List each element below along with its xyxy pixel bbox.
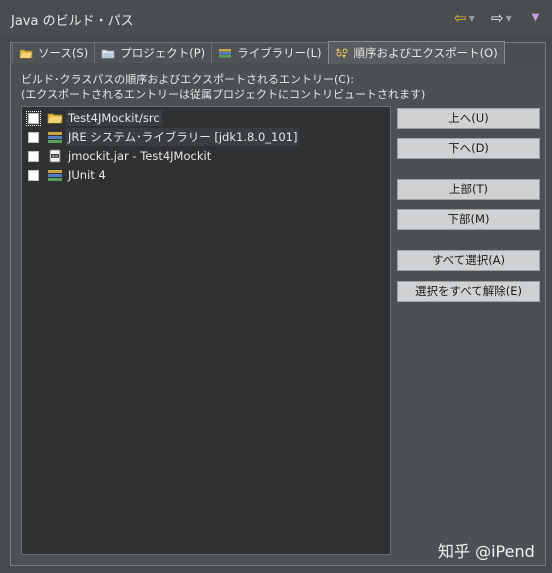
- bottom-button[interactable]: 下部(M): [397, 209, 540, 230]
- project-folder-icon: [101, 49, 115, 59]
- forward-arrow-icon: ⇨: [491, 9, 504, 27]
- library-icon: [219, 49, 232, 58]
- entry-checkbox[interactable]: [28, 150, 39, 162]
- tab-projects-label: プロジェクト(P): [120, 46, 206, 60]
- select-all-button[interactable]: すべて選択(A): [397, 250, 540, 271]
- list-item[interactable]: Test4JMockit/src: [26, 109, 162, 127]
- tab-source[interactable]: ソース(S): [12, 42, 96, 63]
- up-button[interactable]: 上へ(U): [397, 108, 540, 129]
- back-dropdown-icon[interactable]: ▼: [469, 14, 475, 23]
- view-menu-icon[interactable]: ▼: [529, 12, 542, 24]
- top-button[interactable]: 上部(T): [397, 179, 540, 200]
- watermark: 知乎 @iPend: [438, 542, 535, 561]
- tab-libraries[interactable]: ライブラリー(L): [211, 42, 329, 63]
- library-icon: [48, 132, 62, 143]
- order-export-icon: [335, 48, 348, 58]
- list-item[interactable]: JUnit 4: [28, 166, 108, 184]
- forward-button[interactable]: ⇨ ▼: [491, 9, 512, 27]
- deselect-all-button[interactable]: 選択をすべて解除(E): [397, 281, 540, 302]
- entry-checkbox[interactable]: [28, 131, 39, 143]
- entry-label: JRE システム･ライブラリー [jdk1.8.0_101]: [66, 128, 300, 146]
- down-button[interactable]: 下へ(D): [397, 138, 540, 159]
- classpath-entries-list[interactable]: Test4JMockit/src JRE システム･ライブラリー [jdk1.8…: [21, 106, 391, 555]
- entry-checkbox[interactable]: [26, 110, 41, 126]
- svg-text:010: 010: [52, 154, 58, 158]
- entry-label: JUnit 4: [68, 168, 106, 182]
- forward-dropdown-icon[interactable]: ▼: [506, 14, 512, 23]
- tab-bar: ソース(S) プロジェクト(P) ライブラリー(L) 順序およびエクスポート(O…: [12, 41, 505, 64]
- title-bar: Java のビルド・パス ⇦ ▼ ⇨ ▼ ▼: [0, 0, 552, 36]
- list-item[interactable]: 010 jmockit.jar - Test4JMockit: [28, 147, 213, 165]
- entry-label: Test4JMockit/src: [66, 110, 162, 126]
- window-title: Java のビルド・パス: [11, 14, 134, 29]
- entry-label: jmockit.jar - Test4JMockit: [68, 149, 212, 163]
- export-note: (エクスポートされるエントリーは従属プロジェクトにコントリビュートされます): [21, 88, 426, 101]
- entry-checkbox[interactable]: [28, 169, 39, 181]
- source-folder-icon: [19, 49, 33, 59]
- tab-order-export-label: 順序およびエクスポート(O): [353, 46, 498, 60]
- tab-order-export[interactable]: 順序およびエクスポート(O): [327, 41, 505, 64]
- back-arrow-icon: ⇦: [454, 9, 467, 27]
- back-button[interactable]: ⇦ ▼: [454, 9, 475, 27]
- list-item[interactable]: JRE システム･ライブラリー [jdk1.8.0_101]: [28, 128, 300, 146]
- jar-icon: 010: [49, 149, 61, 163]
- order-description: ビルド･クラスパスの順序およびエクスポートされるエントリー(C):: [21, 73, 354, 86]
- tab-source-label: ソース(S): [38, 46, 89, 60]
- tab-projects[interactable]: プロジェクト(P): [94, 42, 213, 63]
- library-icon: [48, 170, 62, 181]
- tab-libraries-label: ライブラリー(L): [237, 46, 322, 60]
- source-folder-icon: [47, 113, 63, 124]
